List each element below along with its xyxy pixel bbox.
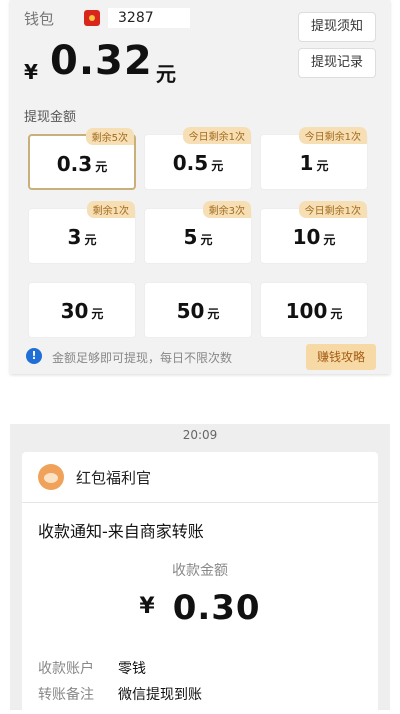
- remaining-count-badge: 剩余3次: [202, 201, 251, 218]
- amount-value: 3: [67, 225, 82, 249]
- received-amount-value: 0.30: [172, 588, 261, 628]
- remaining-count-badge: 剩余1次: [86, 201, 135, 218]
- received-amount: ¥0.30: [22, 588, 378, 628]
- withdraw-footer: ! 金额足够即可提现，每日不限次数 赚钱攻略: [24, 344, 376, 370]
- amount-value: 0.3: [56, 152, 93, 176]
- detail-key: 收款账户: [38, 661, 94, 677]
- amount-option-label: 30 元: [29, 299, 135, 323]
- amount-option-0.3[interactable]: 0.3 元 剩余5次: [28, 128, 136, 190]
- red-packet-icon: [84, 10, 100, 26]
- amount-unit: 元: [323, 233, 336, 247]
- earning-tips-button[interactable]: 赚钱攻略: [306, 344, 376, 370]
- amount-value: 0.5: [172, 151, 209, 175]
- amount-option-label: 0.3 元: [30, 152, 134, 176]
- amount-value: 5: [183, 225, 198, 249]
- amount-value: 10: [292, 225, 321, 249]
- sender-name: 红包福利官: [76, 469, 152, 487]
- user-id: 3287: [108, 8, 190, 28]
- detail-value: 零钱: [118, 661, 146, 677]
- divider: [22, 502, 378, 503]
- amount-option-30[interactable]: 30 元: [28, 282, 136, 338]
- amount-unit: 元: [330, 307, 343, 321]
- amount-label: 收款金额: [172, 563, 228, 579]
- amount-option-label: 0.5 元: [145, 151, 251, 175]
- amount-option-1[interactable]: 1 元 今日剩余1次: [260, 127, 368, 190]
- amount-unit: 元: [207, 307, 220, 321]
- amount-option-label: 5元: [145, 225, 251, 249]
- amount-option-label: 3元: [29, 225, 135, 249]
- balance-unit: 元: [156, 62, 176, 86]
- amount-option-3[interactable]: 3 元 剩余1次: [28, 201, 136, 264]
- amount-value: 50: [176, 299, 205, 323]
- amount-unit: 元: [211, 159, 224, 173]
- amount-value: 1: [299, 151, 314, 175]
- amount-option-5[interactable]: 5 元 剩余3次: [144, 201, 252, 264]
- amount-option-label: 10 元: [261, 225, 367, 249]
- amount-unit: 元: [316, 159, 329, 173]
- sender-avatar: [38, 464, 64, 490]
- chat-screen: 20:09 红包福利官 收款通知-来自商家转账 收款金额 ¥0.30 收款账户 零…: [10, 424, 390, 714]
- amount-option-label: 100 元: [261, 299, 367, 323]
- withdraw-amount-title: 提现金额: [24, 110, 77, 125]
- amount-unit: 元: [200, 233, 213, 247]
- amount-unit: 元: [84, 233, 97, 247]
- amount-option-label: 1元: [261, 151, 367, 175]
- amount-value: 30: [60, 299, 89, 323]
- detail-row-remark: 转账备注 微信提现到账: [38, 684, 202, 704]
- amount-options: 0.3 元剩余5次 0.5 元今日剩余1次 1 元今日剩余1次 3 元剩余1次 5 元剩余3次 10…: [28, 127, 378, 338]
- message-time: 20:09: [182, 428, 218, 442]
- amount-option-100[interactable]: 100 元: [260, 282, 368, 338]
- amount-value: 100: [285, 299, 328, 323]
- payment-notification-card[interactable]: 红包福利官 收款通知-来自商家转账 收款金额 ¥0.30 收款账户 零钱 转账备注…: [22, 452, 378, 714]
- notification-title: 收款通知-来自商家转账: [38, 522, 204, 541]
- remaining-count-badge: 剩余5次: [85, 128, 134, 145]
- withdraw-records-button[interactable]: 提现记录: [298, 48, 376, 78]
- detail-key: 转账备注: [38, 687, 94, 703]
- amount-option-label: 50 元: [145, 299, 251, 323]
- info-icon: !: [26, 348, 42, 364]
- footer-note: 金额足够即可提现，每日不限次数: [52, 351, 233, 365]
- detail-row-account: 收款账户 零钱: [38, 658, 146, 678]
- detail-value: 微信提现到账: [118, 687, 202, 703]
- balance-value: 0.32: [50, 38, 153, 84]
- remaining-count-badge: 今日剩余1次: [298, 201, 367, 218]
- amount-option-10[interactable]: 10 元 今日剩余1次: [260, 201, 368, 264]
- remaining-count-badge: 今日剩余1次: [298, 127, 367, 144]
- amount-option-0.5[interactable]: 0.5 元 今日剩余1次: [144, 127, 252, 190]
- wallet-label: 钱包: [24, 10, 55, 28]
- withdraw-panel: 钱包 3287 提现须知 提现记录 ¥ 0.32 元 提现金额 0.3 元剩余5次…: [10, 0, 390, 374]
- amount-option-50[interactable]: 50 元: [144, 282, 252, 338]
- withdraw-notice-button[interactable]: 提现须知: [298, 12, 376, 42]
- remaining-count-badge: 今日剩余1次: [182, 127, 251, 144]
- currency-symbol: ¥: [24, 60, 38, 84]
- currency-symbol: ¥: [139, 594, 155, 619]
- amount-unit: 元: [91, 307, 104, 321]
- amount-unit: 元: [95, 160, 108, 174]
